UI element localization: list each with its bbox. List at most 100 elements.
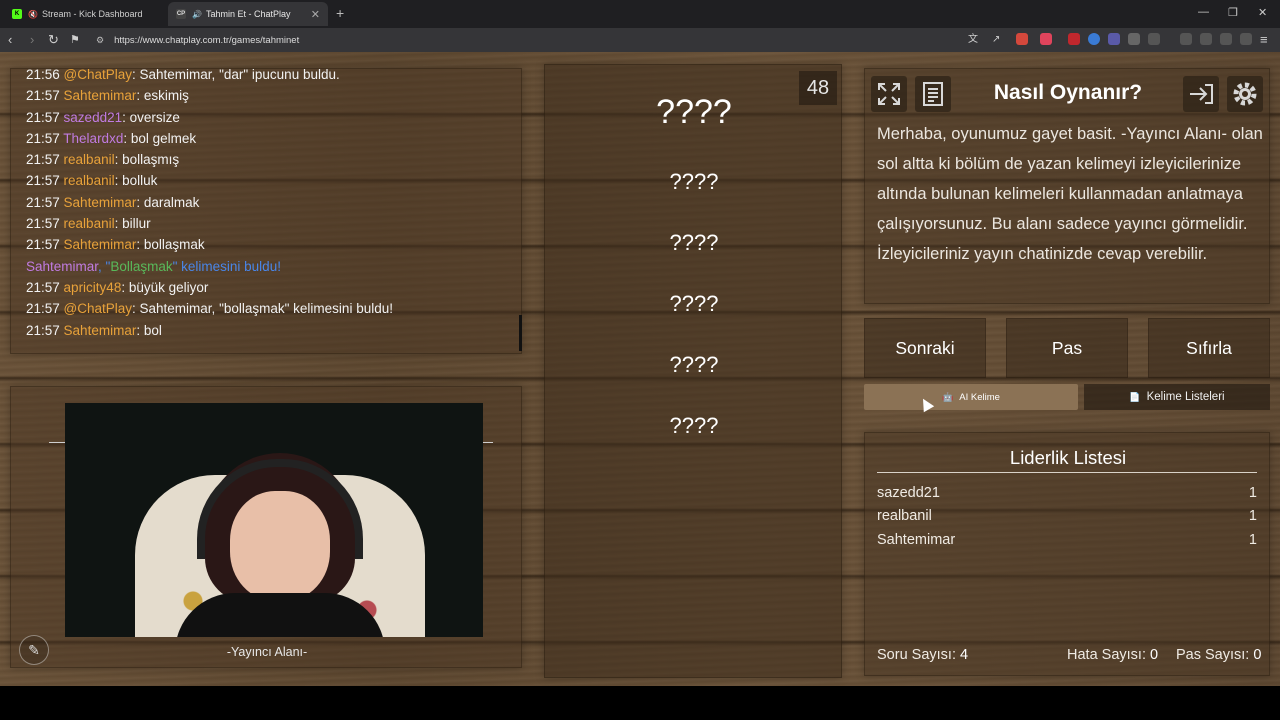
back-icon[interactable]: ‹ xyxy=(8,32,12,48)
player-score: 1 xyxy=(1248,532,1257,548)
headset xyxy=(197,459,363,559)
chat-username[interactable]: Thelardxd xyxy=(63,131,123,146)
extension-icon[interactable] xyxy=(1108,33,1120,45)
pass-count-label: Pas Sayısı: xyxy=(1176,647,1250,663)
chat-username[interactable]: Sahtemimar xyxy=(64,323,137,338)
player-score: 1 xyxy=(1248,508,1257,524)
robot-icon: 🤖 xyxy=(942,391,954,402)
word-lists-label: Kelime Listeleri xyxy=(1146,391,1225,403)
reset-button[interactable]: Sıfırla xyxy=(1148,318,1270,378)
chat-timestamp: 21:57 xyxy=(26,301,64,317)
chat-timestamp: 21:57 xyxy=(26,152,64,168)
url-field[interactable]: ⚙ https://www.chatplay.com.tr/games/tahm… xyxy=(92,31,962,49)
error-count: Hata Sayısı: 0 xyxy=(1067,647,1158,663)
ai-word-tab[interactable]: 🤖 AI Kelime xyxy=(864,384,1078,410)
close-window-icon[interactable]: ✕ xyxy=(1258,6,1267,19)
next-button[interactable]: Sonraki xyxy=(864,318,986,378)
share-icon[interactable]: ↗ xyxy=(992,32,1000,48)
speaker-icon[interactable]: 🔊 xyxy=(192,10,202,19)
words-panel: 48 ???? ???? ???? ???? ???? ???? xyxy=(544,64,842,678)
restore-icon[interactable]: ❐ xyxy=(1228,6,1238,19)
chat-text: : eskimiş xyxy=(136,88,189,104)
chat-message: 21:57 Sahtemimar: eskimiş xyxy=(26,88,516,109)
chat-timestamp: 21:57 xyxy=(26,237,64,253)
chat-username[interactable]: Sahtemimar xyxy=(64,88,137,103)
chat-message: 21:57 realbanil: bollaşmış xyxy=(26,152,516,173)
chat-text: : billur xyxy=(114,216,151,232)
chat-text: : bollaşmak xyxy=(136,237,205,253)
extension-icon[interactable] xyxy=(1068,33,1080,45)
leaderboard-row: Sahtemimar 1 xyxy=(877,532,1257,548)
browser-tab-kick[interactable]: K 🔇 Stream - Kick Dashboard xyxy=(4,2,166,26)
site-info-icon[interactable]: ⚙ xyxy=(96,35,104,46)
reload-icon[interactable]: ↻ xyxy=(48,32,59,48)
vpn-icon[interactable] xyxy=(1240,33,1252,45)
mute-icon[interactable]: 🔇 xyxy=(28,10,38,19)
chat-message: 21:57 apricity48: büyük geliyor xyxy=(26,280,516,301)
sidebar-icon[interactable] xyxy=(1180,33,1192,45)
extension-icon[interactable] xyxy=(1088,33,1100,45)
forbidden-word: ???? xyxy=(669,291,719,316)
divider xyxy=(877,472,1257,473)
chat-message: 21:57 @ChatPlay: Sahtemimar, "bollaşmak"… xyxy=(26,301,516,322)
forward-icon[interactable]: › xyxy=(30,32,34,48)
leaderboard-title: Liderlik Listesi xyxy=(1009,447,1127,468)
chat-text: , " xyxy=(98,258,111,274)
rewards-icon[interactable] xyxy=(1040,33,1052,45)
chatplay-favicon-icon: CP xyxy=(176,9,186,19)
chat-scrollbar[interactable] xyxy=(519,315,522,351)
chat-username[interactable]: Sahtemimar xyxy=(64,237,137,252)
chat-message: 21:57 Sahtemimar: bol xyxy=(26,323,516,344)
new-tab-icon[interactable]: + xyxy=(336,5,344,21)
tab-title: Tahmin Et - ChatPlay xyxy=(205,9,291,19)
chat-message: 21:57 realbanil: billur xyxy=(26,216,516,237)
divider xyxy=(49,442,65,443)
exit-icon[interactable] xyxy=(1183,76,1219,112)
chat-timestamp: 21:56 xyxy=(26,67,64,82)
close-tab-icon[interactable]: ✕ xyxy=(311,8,320,21)
list-icon: 📄 xyxy=(1129,391,1141,402)
menu-icon[interactable]: ≡ xyxy=(1260,32,1268,48)
pass-button[interactable]: Pas xyxy=(1006,318,1128,378)
wallet-icon[interactable] xyxy=(1200,33,1212,45)
browser-tab-chatplay[interactable]: CP 🔊 Tahmin Et - ChatPlay ✕ xyxy=(168,2,328,26)
leo-ai-icon[interactable] xyxy=(1220,33,1232,45)
error-count-label: Hata Sayısı: xyxy=(1067,647,1146,663)
chat-username[interactable]: apricity48 xyxy=(64,280,122,295)
chat-username[interactable]: realbanil xyxy=(64,152,115,167)
leaderboard-row: sazedd21 1 xyxy=(877,485,1257,501)
reading-list-icon[interactable] xyxy=(1148,33,1160,45)
webcam-video xyxy=(65,403,483,637)
url-text: https://www.chatplay.com.tr/games/tahmin… xyxy=(114,34,300,46)
chat-username[interactable]: Sahtemimar xyxy=(26,259,98,274)
chat-timestamp: 21:57 xyxy=(26,88,64,104)
chat-text: : bolluk xyxy=(114,173,158,189)
chat-username[interactable]: @ChatPlay xyxy=(64,67,132,82)
minimize-icon[interactable]: — xyxy=(1198,6,1209,18)
chat-username[interactable]: @ChatPlay xyxy=(64,301,132,316)
chat-text: : büyük geliyor xyxy=(121,279,209,295)
leaderboard-panel: Liderlik Listesi sazedd21 1 realbanil 1 … xyxy=(864,432,1270,676)
chat-text: : oversize xyxy=(122,109,180,125)
chat-panel: 21:56 @ChatPlay: Sahtemimar, "dar" ipucu… xyxy=(10,67,522,354)
word-lists-tab[interactable]: 📄 Kelime Listeleri xyxy=(1084,384,1270,410)
brave-shield-icon[interactable] xyxy=(1016,33,1028,45)
streamer-area-label: -Yayıncı Alanı- xyxy=(226,645,308,659)
main-word: ???? xyxy=(656,93,732,131)
player-name: sazedd21 xyxy=(877,485,940,501)
chat-username[interactable]: realbanil xyxy=(64,173,115,188)
player-name: Sahtemimar xyxy=(877,532,956,548)
settings-gear-icon[interactable] xyxy=(1227,76,1263,112)
chat-message: 21:57 realbanil: bolluk xyxy=(26,173,516,194)
how-to-play-text: Merhaba, oyunumuz gayet basit. -Yayıncı … xyxy=(877,125,1263,263)
chat-username[interactable]: Sahtemimar xyxy=(64,195,137,210)
chat-username[interactable]: realbanil xyxy=(64,216,115,231)
translate-icon[interactable]: 文 xyxy=(968,32,978,48)
pass-count: Pas Sayısı: 0 xyxy=(1176,647,1261,663)
chat-message: Sahtemimar, "Bollaşmak" kelimesini buldu… xyxy=(26,259,516,280)
bookmark-icon[interactable]: ⚑ xyxy=(70,32,80,48)
extensions-puzzle-icon[interactable] xyxy=(1128,33,1140,45)
taskbar-strip xyxy=(0,686,1280,720)
chat-username[interactable]: sazedd21 xyxy=(64,110,123,125)
forbidden-word: ???? xyxy=(669,169,719,194)
